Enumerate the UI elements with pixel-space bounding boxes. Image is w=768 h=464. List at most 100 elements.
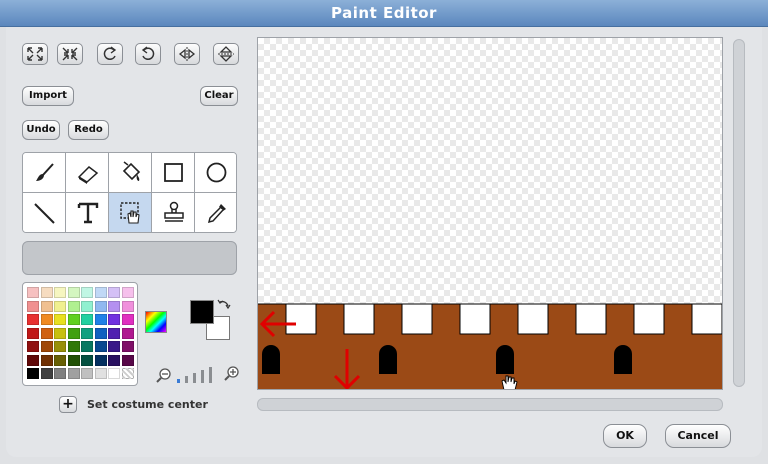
zoom-out-icon[interactable] [156,368,172,384]
flip-vertical-icon [218,46,234,62]
palette-swatch[interactable] [40,341,53,352]
palette-swatch[interactable] [40,327,53,339]
palette-swatch[interactable] [121,314,134,325]
grow-button[interactable] [22,43,48,65]
palette-swatch[interactable] [40,368,53,379]
import-button[interactable]: Import [22,86,74,106]
rectangle-icon [164,163,183,182]
cancel-button[interactable]: Cancel [665,424,731,448]
line-tool[interactable] [23,193,66,232]
horizontal-scrollbar[interactable] [257,398,723,411]
fill-tool[interactable] [109,153,152,193]
clear-button[interactable]: Clear [200,86,238,106]
palette-swatch[interactable] [54,314,66,325]
palette-swatch[interactable] [121,341,134,352]
palette-swatch[interactable] [94,314,107,325]
color-spectrum-button[interactable] [145,311,167,333]
palette-swatch[interactable] [81,368,93,379]
palette-swatch[interactable] [108,314,120,325]
swap-colors-icon[interactable] [217,298,231,312]
palette-swatch[interactable] [40,300,53,312]
brush-size-bar [177,379,180,383]
ellipse-tool[interactable] [195,153,236,193]
color-palette [22,282,138,386]
redo-button[interactable]: Redo [68,120,109,140]
palette-swatch[interactable] [67,314,80,325]
palette-swatch[interactable] [27,341,39,352]
flip-vertical-button[interactable] [213,43,239,65]
palette-swatch[interactable] [121,368,134,379]
palette-swatch[interactable] [94,287,107,298]
stamp-tool[interactable] [152,193,195,232]
rotate-left-button[interactable] [97,43,123,65]
palette-swatch[interactable] [67,341,80,352]
paintbrush-tool[interactable] [23,153,66,193]
palette-swatch[interactable] [108,368,120,379]
palette-swatch[interactable] [40,287,53,298]
undo-button[interactable]: Undo [22,120,60,140]
palette-swatch[interactable] [27,300,39,312]
palette-swatch[interactable] [54,354,66,366]
palette-swatch[interactable] [67,287,80,298]
palette-swatch[interactable] [81,287,93,298]
tool-options-bar [22,241,237,275]
flip-horizontal-button[interactable] [174,43,200,65]
palette-swatch[interactable] [94,341,107,352]
palette-swatch[interactable] [27,368,39,379]
palette-swatch[interactable] [40,354,53,366]
palette-swatch[interactable] [108,354,120,366]
palette-swatch[interactable] [121,327,134,339]
drawing-canvas[interactable] [257,37,723,390]
paintbrush-icon [36,163,54,181]
palette-swatch[interactable] [94,300,107,312]
eyedropper-tool[interactable] [195,193,236,232]
brush-size-bar [185,376,188,383]
palette-swatch[interactable] [108,327,120,339]
shrink-icon [62,47,78,61]
window-title: Paint Editor [331,4,437,22]
palette-swatch[interactable] [67,354,80,366]
castle-wall [258,303,722,389]
grow-icon [27,47,43,61]
palette-swatch[interactable] [121,300,134,312]
palette-swatch[interactable] [27,327,39,339]
shrink-button[interactable] [57,43,83,65]
palette-swatch[interactable] [94,327,107,339]
palette-swatch[interactable] [94,354,107,366]
palette-swatch[interactable] [54,287,66,298]
palette-swatch[interactable] [81,314,93,325]
rectangle-tool[interactable] [152,153,195,193]
palette-swatch[interactable] [94,368,107,379]
palette-swatch[interactable] [67,300,80,312]
palette-swatch[interactable] [81,300,93,312]
set-costume-center-button[interactable]: + [59,396,77,413]
foreground-color-swatch[interactable] [190,300,214,324]
palette-swatch[interactable] [108,287,120,298]
eraser-tool[interactable] [66,153,109,193]
palette-swatch[interactable] [27,287,39,298]
palette-swatch[interactable] [40,314,53,325]
zoom-in-icon[interactable] [224,366,240,382]
select-tool[interactable] [109,193,152,232]
palette-swatch[interactable] [81,341,93,352]
palette-swatch[interactable] [27,354,39,366]
text-tool[interactable] [66,193,109,232]
palette-swatch[interactable] [121,287,134,298]
palette-swatch[interactable] [67,368,80,379]
palette-swatch[interactable] [81,354,93,366]
palette-swatch[interactable] [54,368,66,379]
palette-swatch[interactable] [54,327,66,339]
palette-swatch[interactable] [54,300,66,312]
brush-size-indicator[interactable] [177,367,219,383]
palette-swatch[interactable] [81,327,93,339]
palette-swatch[interactable] [108,341,120,352]
palette-swatch[interactable] [121,354,134,366]
brush-size-bar [193,373,196,383]
palette-swatch[interactable] [27,314,39,325]
palette-swatch[interactable] [54,341,66,352]
rotate-right-button[interactable] [135,43,161,65]
palette-swatch[interactable] [67,327,80,339]
vertical-scrollbar[interactable] [733,39,745,387]
palette-swatch[interactable] [108,300,120,312]
ok-button[interactable]: OK [603,424,647,448]
